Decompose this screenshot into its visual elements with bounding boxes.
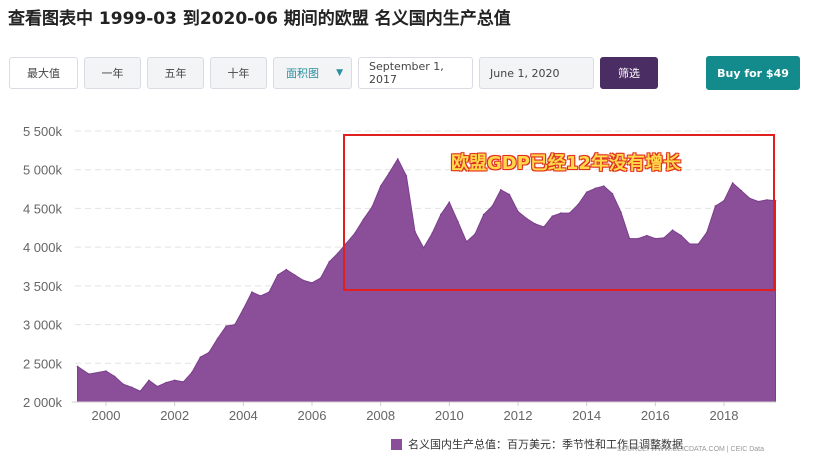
y-tick-label: 5 500k — [23, 124, 63, 139]
data-point — [191, 371, 193, 374]
data-point — [311, 282, 313, 284]
data-point — [113, 375, 116, 378]
data-point — [285, 268, 288, 271]
y-tick-label: 4 500k — [23, 201, 63, 216]
data-point — [88, 373, 90, 375]
data-point — [199, 356, 202, 358]
data-point — [156, 385, 159, 388]
x-tick-label: 2000 — [92, 408, 121, 423]
annotation-text: 欧盟GDP已经12年没有增长 — [451, 153, 681, 174]
x-tick-label: 2006 — [298, 408, 327, 423]
ten-year-button[interactable]: 十年 — [210, 57, 267, 89]
x-tick-label: 2016 — [641, 408, 670, 423]
data-point — [251, 291, 253, 293]
start-date-input[interactable]: September 1, 2017 — [358, 57, 473, 89]
data-point — [165, 381, 167, 384]
data-point — [216, 337, 219, 340]
x-tick-label: 2004 — [229, 408, 258, 423]
data-point — [328, 261, 331, 263]
legend-swatch — [391, 438, 402, 450]
data-point — [302, 279, 305, 282]
y-tick-label: 3 500k — [23, 279, 63, 294]
one-year-button[interactable]: 一年 — [84, 57, 141, 89]
data-point — [208, 351, 210, 354]
data-point — [139, 390, 142, 393]
data-point — [173, 379, 176, 382]
source-credit: SOURCE: WWW.CEICDATA.COM | CEIC Data — [617, 446, 765, 453]
data-point — [122, 383, 124, 386]
data-point — [76, 365, 79, 368]
y-tick-label: 5 000k — [23, 163, 63, 178]
x-tick-label: 2014 — [572, 408, 601, 423]
x-tick-label: 2002 — [160, 408, 189, 423]
y-tick-label: 4 000k — [23, 240, 63, 255]
x-tick-label: 2012 — [504, 408, 533, 423]
y-tick-label: 2 500k — [23, 356, 63, 371]
data-point — [276, 274, 279, 276]
data-point — [131, 386, 133, 389]
chevron-down-icon: ▼ — [336, 68, 343, 78]
x-tick-label: 2018 — [710, 408, 739, 423]
data-point — [268, 291, 270, 293]
five-year-button[interactable]: 五年 — [147, 57, 204, 89]
y-tick-label: 3 000k — [23, 318, 63, 333]
x-tick-label: 2008 — [366, 408, 395, 423]
chart-type-value: 面积图 — [286, 67, 319, 80]
data-point — [294, 274, 296, 276]
x-tick-label: 2010 — [435, 408, 464, 423]
max-range-button[interactable]: 最大值 — [9, 57, 78, 89]
data-point — [242, 308, 245, 310]
data-point — [337, 252, 339, 255]
page-title: 查看图表中 1999-03 到2020-06 期间的欧盟 名义国内生产总值 — [8, 9, 511, 29]
data-point — [105, 370, 107, 372]
chart-type-select[interactable]: 面积图 ▼ — [273, 57, 352, 89]
data-point — [259, 295, 262, 297]
data-point — [182, 381, 185, 383]
buy-button[interactable]: Buy for $49 — [706, 56, 800, 90]
filter-button[interactable]: 筛选 — [600, 57, 658, 89]
data-point — [234, 323, 236, 326]
end-date-input[interactable]: June 1, 2020 — [479, 57, 594, 89]
data-point — [225, 325, 227, 327]
data-point — [148, 379, 150, 382]
y-tick-label: 2 000k — [23, 395, 63, 410]
data-point — [319, 277, 322, 279]
